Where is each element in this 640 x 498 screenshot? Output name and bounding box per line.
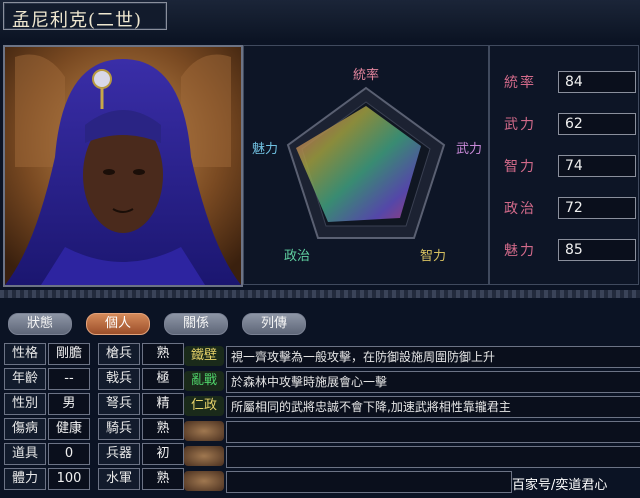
radar-chart-panel: 統率 武力 智力 政治 魅力 <box>243 45 489 285</box>
attr-value: 剛膽 <box>48 343 90 365</box>
attr-value: 極 <box>142 368 184 390</box>
attr-label: 道具 <box>4 443 46 465</box>
stat-value: 72 <box>558 197 636 219</box>
attr-value: 100 <box>48 468 90 490</box>
attr-label: 年齡 <box>4 368 46 390</box>
skill-badge-empty <box>184 471 224 491</box>
stat-label: 智力 <box>504 159 536 175</box>
skill-badge-luanzhan[interactable]: 亂戰 <box>184 371 224 391</box>
stat-row-meili: 魅力 85 <box>504 239 636 261</box>
attr-value: 初 <box>142 443 184 465</box>
tab-biography[interactable]: 列傳 <box>242 313 306 335</box>
stat-label: 政治 <box>504 201 536 217</box>
stat-value: 84 <box>558 71 636 93</box>
skill-badge-tiebi[interactable]: 鐵壁 <box>184 346 224 366</box>
stat-label: 魅力 <box>504 243 536 259</box>
radar-label-top: 統率 <box>353 67 379 83</box>
skill-badge-empty <box>184 421 224 441</box>
attr-value: 健康 <box>48 418 90 440</box>
skill-description: 於森林中攻擊時施展會心一擊 <box>226 371 640 393</box>
title-bar: 孟尼利克(二世) <box>0 0 640 40</box>
section-divider <box>0 290 640 298</box>
skill-description: 視一齊攻擊為一般攻擊，在防御設施周圍防御上升 <box>226 346 640 368</box>
character-portrait <box>3 45 243 287</box>
attr-label: 戟兵 <box>98 368 140 390</box>
stat-row-wuli: 武力 62 <box>504 113 636 135</box>
attr-value: 熟 <box>142 468 184 490</box>
attr-label: 體力 <box>4 468 46 490</box>
radar-label-right: 武力 <box>456 142 482 157</box>
character-name-box: 孟尼利克(二世) <box>3 2 167 31</box>
stat-row-zhengzhi: 政治 72 <box>504 197 636 219</box>
skill-description: 所屬相同的武將忠誠不會下降,加速武將相性靠攏君主 <box>226 396 640 418</box>
attr-value: -- <box>48 368 90 390</box>
tab-status[interactable]: 狀態 <box>8 313 72 335</box>
radar-label-bottom-right: 智力 <box>420 249 446 264</box>
stat-value: 74 <box>558 155 636 177</box>
character-name: 孟尼利克(二世) <box>12 10 143 31</box>
attr-label: 兵器 <box>98 443 140 465</box>
portrait-image <box>5 47 241 285</box>
stat-row-zhili: 智力 74 <box>504 155 636 177</box>
attribute-grid: 性格 剛膽 槍兵 熟 年齡 -- 戟兵 極 性別 男 弩兵 精 傷病 健康 騎兵… <box>4 343 184 493</box>
attr-label: 性別 <box>4 393 46 415</box>
stats-panel: 統率 84 武力 62 智力 74 政治 72 魅力 85 <box>489 45 639 285</box>
stat-label: 武力 <box>504 117 536 133</box>
skill-description <box>226 421 640 443</box>
attr-value: 熟 <box>142 343 184 365</box>
radar-chart: 統率 武力 智力 政治 魅力 <box>252 67 482 264</box>
tab-relations[interactable]: 關係 <box>164 313 228 335</box>
attr-label: 弩兵 <box>98 393 140 415</box>
stat-row-tongshuai: 統率 84 <box>504 71 636 93</box>
attr-label: 騎兵 <box>98 418 140 440</box>
stat-value: 62 <box>558 113 636 135</box>
stat-label: 統率 <box>504 75 536 91</box>
radar-label-left: 魅力 <box>252 142 278 157</box>
tab-personal[interactable]: 個人 <box>86 313 150 335</box>
skill-badge-renzheng[interactable]: 仁政 <box>184 396 224 416</box>
attr-value: 0 <box>48 443 90 465</box>
attr-value: 精 <box>142 393 184 415</box>
attr-label: 水軍 <box>98 468 140 490</box>
radar-label-bottom-left: 政治 <box>284 249 310 264</box>
skill-description <box>226 446 640 468</box>
stat-value: 85 <box>558 239 636 261</box>
attr-value: 熟 <box>142 418 184 440</box>
skill-badge-empty <box>184 446 224 466</box>
watermark-text: 百家号/奕道君心 <box>512 478 608 493</box>
attr-label: 傷病 <box>4 418 46 440</box>
attr-label: 性格 <box>4 343 46 365</box>
attr-label: 槍兵 <box>98 343 140 365</box>
skill-description <box>226 471 512 493</box>
attr-value: 男 <box>48 393 90 415</box>
